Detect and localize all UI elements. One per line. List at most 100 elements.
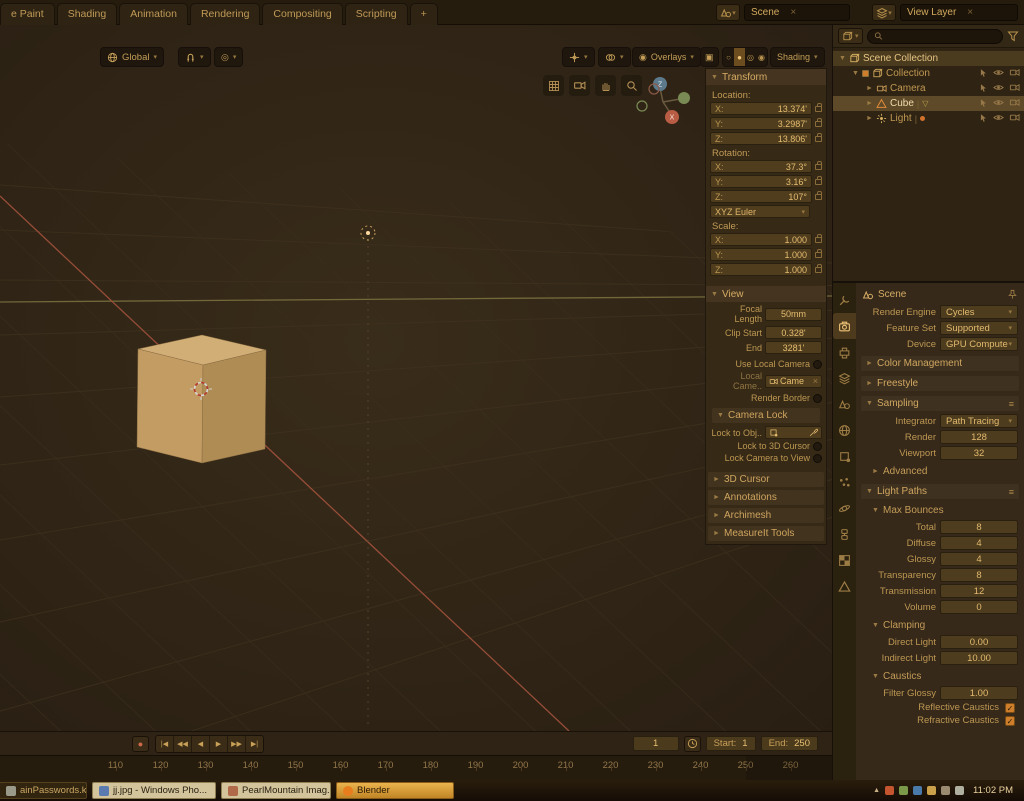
lock-object-field[interactable]	[765, 426, 822, 439]
shading-wireframe-button[interactable]: ○	[723, 48, 734, 66]
jump-to-end-button[interactable]: ▶|	[246, 736, 263, 752]
shading-dropdown[interactable]: Shading ▾	[770, 47, 825, 67]
expand-icon[interactable]: ▼	[852, 70, 859, 77]
gizmo-y-axis[interactable]	[678, 92, 690, 104]
taskbar-item-keepass[interactable]: ainPasswords.kdbx...	[0, 782, 87, 799]
tab-output[interactable]	[833, 339, 856, 365]
freestyle-panel[interactable]: ►Freestyle	[861, 376, 1019, 391]
expand-icon[interactable]: ►	[866, 100, 873, 107]
tab-view-layer[interactable]	[833, 365, 856, 391]
workspace-tab[interactable]: e Paint	[0, 3, 55, 25]
scene-browse-button[interactable]: ▾	[716, 4, 740, 21]
jump-to-start-button[interactable]: |◀	[156, 736, 173, 752]
hide-eye-icon[interactable]	[993, 82, 1004, 93]
clear-scene-icon[interactable]: ×	[790, 7, 796, 18]
play-button[interactable]: ▶	[210, 736, 227, 752]
clear-view-layer-icon[interactable]: ×	[967, 7, 973, 18]
tab-particles[interactable]	[833, 469, 856, 495]
outliner-row-light[interactable]: ► Light |	[833, 111, 1024, 126]
bounce-value-field[interactable]: 4	[940, 536, 1018, 550]
shading-solid-button[interactable]: ●	[734, 48, 745, 66]
tray-icon-4[interactable]	[927, 786, 936, 795]
collapse-icon[interactable]: ▼	[711, 74, 718, 81]
outliner-row-collection[interactable]: ▼ Collection	[833, 66, 1024, 81]
collapsed-panel-header[interactable]: ► 3D Cursor	[708, 472, 824, 487]
use-local-camera-checkbox[interactable]	[813, 360, 822, 369]
preset-menu-icon[interactable]: ≡	[1009, 399, 1014, 409]
zoom-icon[interactable]	[621, 75, 642, 96]
lock-icon[interactable]	[815, 194, 822, 200]
integrator-dropdown[interactable]: Path Tracing▾	[940, 414, 1018, 428]
feature-set-dropdown[interactable]: Supported▾	[940, 321, 1018, 335]
rotation-value-field[interactable]: Y:3.16°	[710, 175, 812, 188]
caustics-subpanel[interactable]: ▼Caustics	[867, 669, 1019, 684]
rotation-value-field[interactable]: X:37.3°	[710, 160, 812, 173]
lock-icon[interactable]	[815, 121, 822, 127]
expand-icon[interactable]: ►	[866, 85, 873, 92]
render-visibility-icon[interactable]	[1009, 67, 1020, 78]
taskbar-item-pearlmountain[interactable]: PearlMountain Imag...	[221, 782, 331, 799]
tab-physics[interactable]	[833, 495, 856, 521]
view-value-field[interactable]: 0.328'	[765, 326, 822, 339]
tab-data[interactable]	[833, 573, 856, 599]
clamping-value-field[interactable]: 0.00	[940, 635, 1018, 649]
prev-keyframe-button[interactable]: ◀◀	[174, 736, 191, 752]
xray-toggle[interactable]: ▣	[700, 47, 719, 67]
workspace-tab[interactable]: Compositing	[262, 3, 342, 25]
collapse-icon[interactable]: ▼	[717, 412, 724, 419]
expand-icon[interactable]: ►	[713, 512, 720, 519]
view-layer-browse-button[interactable]: ▾	[872, 4, 896, 21]
show-hidden-icons[interactable]: ▲	[873, 787, 880, 794]
collapse-icon[interactable]: ▼	[711, 291, 718, 298]
view-value-field[interactable]: 3281'	[765, 341, 822, 354]
expand-icon[interactable]: ▼	[839, 55, 846, 62]
hide-eye-icon[interactable]	[993, 97, 1004, 108]
bounce-value-field[interactable]: 4	[940, 552, 1018, 566]
location-value-field[interactable]: Z:13.806'	[710, 132, 812, 145]
selectable-icon[interactable]	[978, 113, 988, 123]
collapsed-panel-header[interactable]: ► Archimesh	[708, 508, 824, 523]
lock-icon[interactable]	[815, 179, 822, 185]
lock-icon[interactable]	[815, 267, 822, 273]
local-camera-field[interactable]: Came ×	[765, 375, 822, 388]
bounce-value-field[interactable]: 8	[940, 568, 1018, 582]
volume-icon[interactable]	[941, 786, 950, 795]
color-management-panel[interactable]: ►Color Management	[861, 356, 1019, 371]
render-border-checkbox[interactable]	[813, 394, 822, 403]
rotation-mode-dropdown[interactable]: XYZ Euler ▾	[710, 205, 810, 218]
network-icon[interactable]	[955, 786, 964, 795]
collapsed-panel-header[interactable]: ► MeasureIt Tools	[708, 526, 824, 541]
transform-orientation-dropdown[interactable]: Global ▾	[100, 47, 164, 67]
taskbar-clock[interactable]: 11:02 PM	[973, 785, 1013, 796]
pin-icon[interactable]	[1007, 289, 1018, 300]
tab-texture[interactable]	[833, 547, 856, 573]
toggle-perspective-icon[interactable]	[543, 75, 564, 96]
scale-value-field[interactable]: X:1.000	[710, 233, 812, 246]
reflective-caustics-checkbox[interactable]: ✓	[1005, 703, 1015, 713]
view-panel-header[interactable]: ▼ View	[706, 286, 826, 302]
proportional-edit-toggle[interactable]: ◎ ▾	[214, 47, 243, 67]
lock-icon[interactable]	[815, 136, 822, 142]
refractive-caustics-checkbox[interactable]: ✓	[1005, 716, 1015, 726]
selectable-icon[interactable]	[978, 83, 988, 93]
outliner-display-mode-button[interactable]: ▾	[838, 28, 863, 44]
advanced-subpanel[interactable]: ►Advanced	[867, 464, 1019, 479]
selectable-icon[interactable]	[978, 98, 988, 108]
expand-icon[interactable]: ►	[713, 476, 720, 483]
frame-end-field[interactable]: End: 250	[761, 736, 818, 751]
lock-icon[interactable]	[815, 106, 822, 112]
keying-set-icon[interactable]	[684, 736, 701, 752]
outliner-row-cube[interactable]: ► Cube | ▽	[833, 96, 1024, 111]
clamping-subpanel[interactable]: ▼Clamping	[867, 618, 1019, 633]
next-keyframe-button[interactable]: ▶▶	[228, 736, 245, 752]
hide-eye-icon[interactable]	[993, 67, 1004, 78]
camera-lock-subpanel-header[interactable]: ▼ Camera Lock	[712, 408, 820, 423]
preset-menu-icon[interactable]: ≡	[1009, 487, 1014, 497]
filter-funnel-icon[interactable]	[1007, 30, 1019, 42]
sampling-panel[interactable]: ▼Sampling≡	[861, 396, 1019, 411]
scale-value-field[interactable]: Y:1.000	[710, 248, 812, 261]
tray-icon-3[interactable]	[913, 786, 922, 795]
outliner-search-input[interactable]	[886, 31, 996, 42]
workspace-tab[interactable]: Animation	[119, 3, 188, 25]
clear-icon[interactable]: ×	[813, 376, 818, 386]
